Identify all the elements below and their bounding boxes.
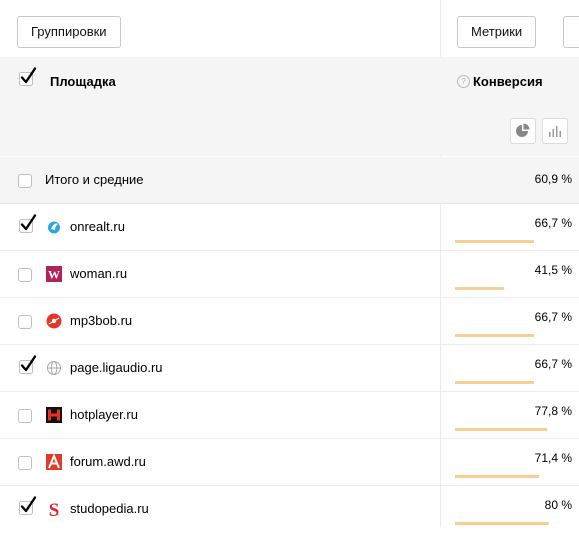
row-checkbox[interactable] xyxy=(18,409,32,423)
globe-icon xyxy=(47,361,61,375)
row-value: 66,7 % xyxy=(534,216,572,230)
bar-chart-icon xyxy=(549,126,561,137)
bar-chart-view-button[interactable] xyxy=(542,118,568,144)
row-value: 41,5 % xyxy=(534,263,572,277)
progress-bar xyxy=(455,381,573,384)
table-row[interactable]: onrealt.ru 66,7 % xyxy=(0,204,579,251)
awd-favicon-icon xyxy=(46,454,62,470)
extra-toolbar-button[interactable] xyxy=(563,16,579,48)
total-value: 60,9 % xyxy=(534,172,572,186)
table-row[interactable]: mp3bob.ru 66,7 % xyxy=(0,298,579,345)
metrics-button[interactable]: Метрики xyxy=(457,16,537,48)
row-label[interactable]: forum.awd.ru xyxy=(70,454,146,469)
row-value: 77,8 % xyxy=(534,404,572,418)
row-label[interactable]: studopedia.ru xyxy=(70,501,149,516)
table-row[interactable]: W woman.ru 41,5 % xyxy=(0,251,579,298)
progress-bar-fill xyxy=(455,428,547,431)
row-checkbox[interactable] xyxy=(18,315,32,329)
svg-text:S: S xyxy=(49,501,60,517)
row-value: 80 % xyxy=(544,498,572,512)
total-label: Итого и средние xyxy=(45,172,144,187)
pie-chart-icon xyxy=(516,123,530,137)
row-label[interactable]: page.ligaudio.ru xyxy=(70,360,163,375)
select-all-checkbox[interactable] xyxy=(18,67,38,87)
total-row: Итого и средние 60,9 % xyxy=(0,157,579,204)
row-label[interactable]: onrealt.ru xyxy=(70,219,125,234)
row-checkbox[interactable] xyxy=(18,456,32,470)
row-label[interactable]: hotplayer.ru xyxy=(70,407,138,422)
woman-favicon-icon: W xyxy=(46,266,62,282)
metric-header[interactable]: ? Конверсия xyxy=(457,74,543,89)
total-checkbox[interactable] xyxy=(18,174,32,188)
progress-bar xyxy=(455,475,573,478)
progress-bar xyxy=(455,522,573,525)
row-checkbox-checked[interactable] xyxy=(18,214,38,234)
progress-bar-fill xyxy=(455,334,534,337)
row-checkbox[interactable] xyxy=(18,268,32,282)
progress-bar-fill xyxy=(455,381,534,384)
groupings-button[interactable]: Группировки xyxy=(17,16,121,48)
onrealt-favicon-icon xyxy=(48,221,60,234)
help-icon[interactable]: ? xyxy=(457,75,470,88)
mp3bob-favicon-icon xyxy=(46,313,62,329)
pie-chart-view-button[interactable] xyxy=(510,118,536,144)
row-label[interactable]: mp3bob.ru xyxy=(70,313,132,328)
row-value: 66,7 % xyxy=(534,310,572,324)
progress-bar-fill xyxy=(455,287,504,290)
table-row[interactable]: page.ligaudio.ru 66,7 % xyxy=(0,345,579,392)
metric-header-label: Конверсия xyxy=(473,74,543,89)
progress-bar xyxy=(455,334,573,337)
hotplayer-favicon-icon xyxy=(46,407,62,423)
row-label[interactable]: woman.ru xyxy=(70,266,127,281)
progress-bar-fill xyxy=(455,240,534,243)
row-value: 71,4 % xyxy=(534,451,572,465)
row-value: 66,7 % xyxy=(534,357,572,371)
progress-bar xyxy=(455,240,573,243)
studopedia-favicon-icon: S xyxy=(49,501,60,517)
table-header xyxy=(0,57,579,156)
table-row[interactable]: S studopedia.ru 80 % xyxy=(0,486,579,533)
progress-bar xyxy=(455,287,573,290)
row-checkbox-checked[interactable] xyxy=(18,496,38,516)
progress-bar-fill xyxy=(455,522,550,525)
progress-bar xyxy=(455,428,573,431)
progress-bar-fill xyxy=(455,475,540,478)
dimension-header[interactable]: Площадка xyxy=(50,74,116,89)
table-row[interactable]: forum.awd.ru 71,4 % xyxy=(0,439,579,486)
svg-text:W: W xyxy=(48,268,60,282)
row-checkbox-checked[interactable] xyxy=(18,355,38,375)
table-row[interactable]: hotplayer.ru 77,8 % xyxy=(0,392,579,439)
